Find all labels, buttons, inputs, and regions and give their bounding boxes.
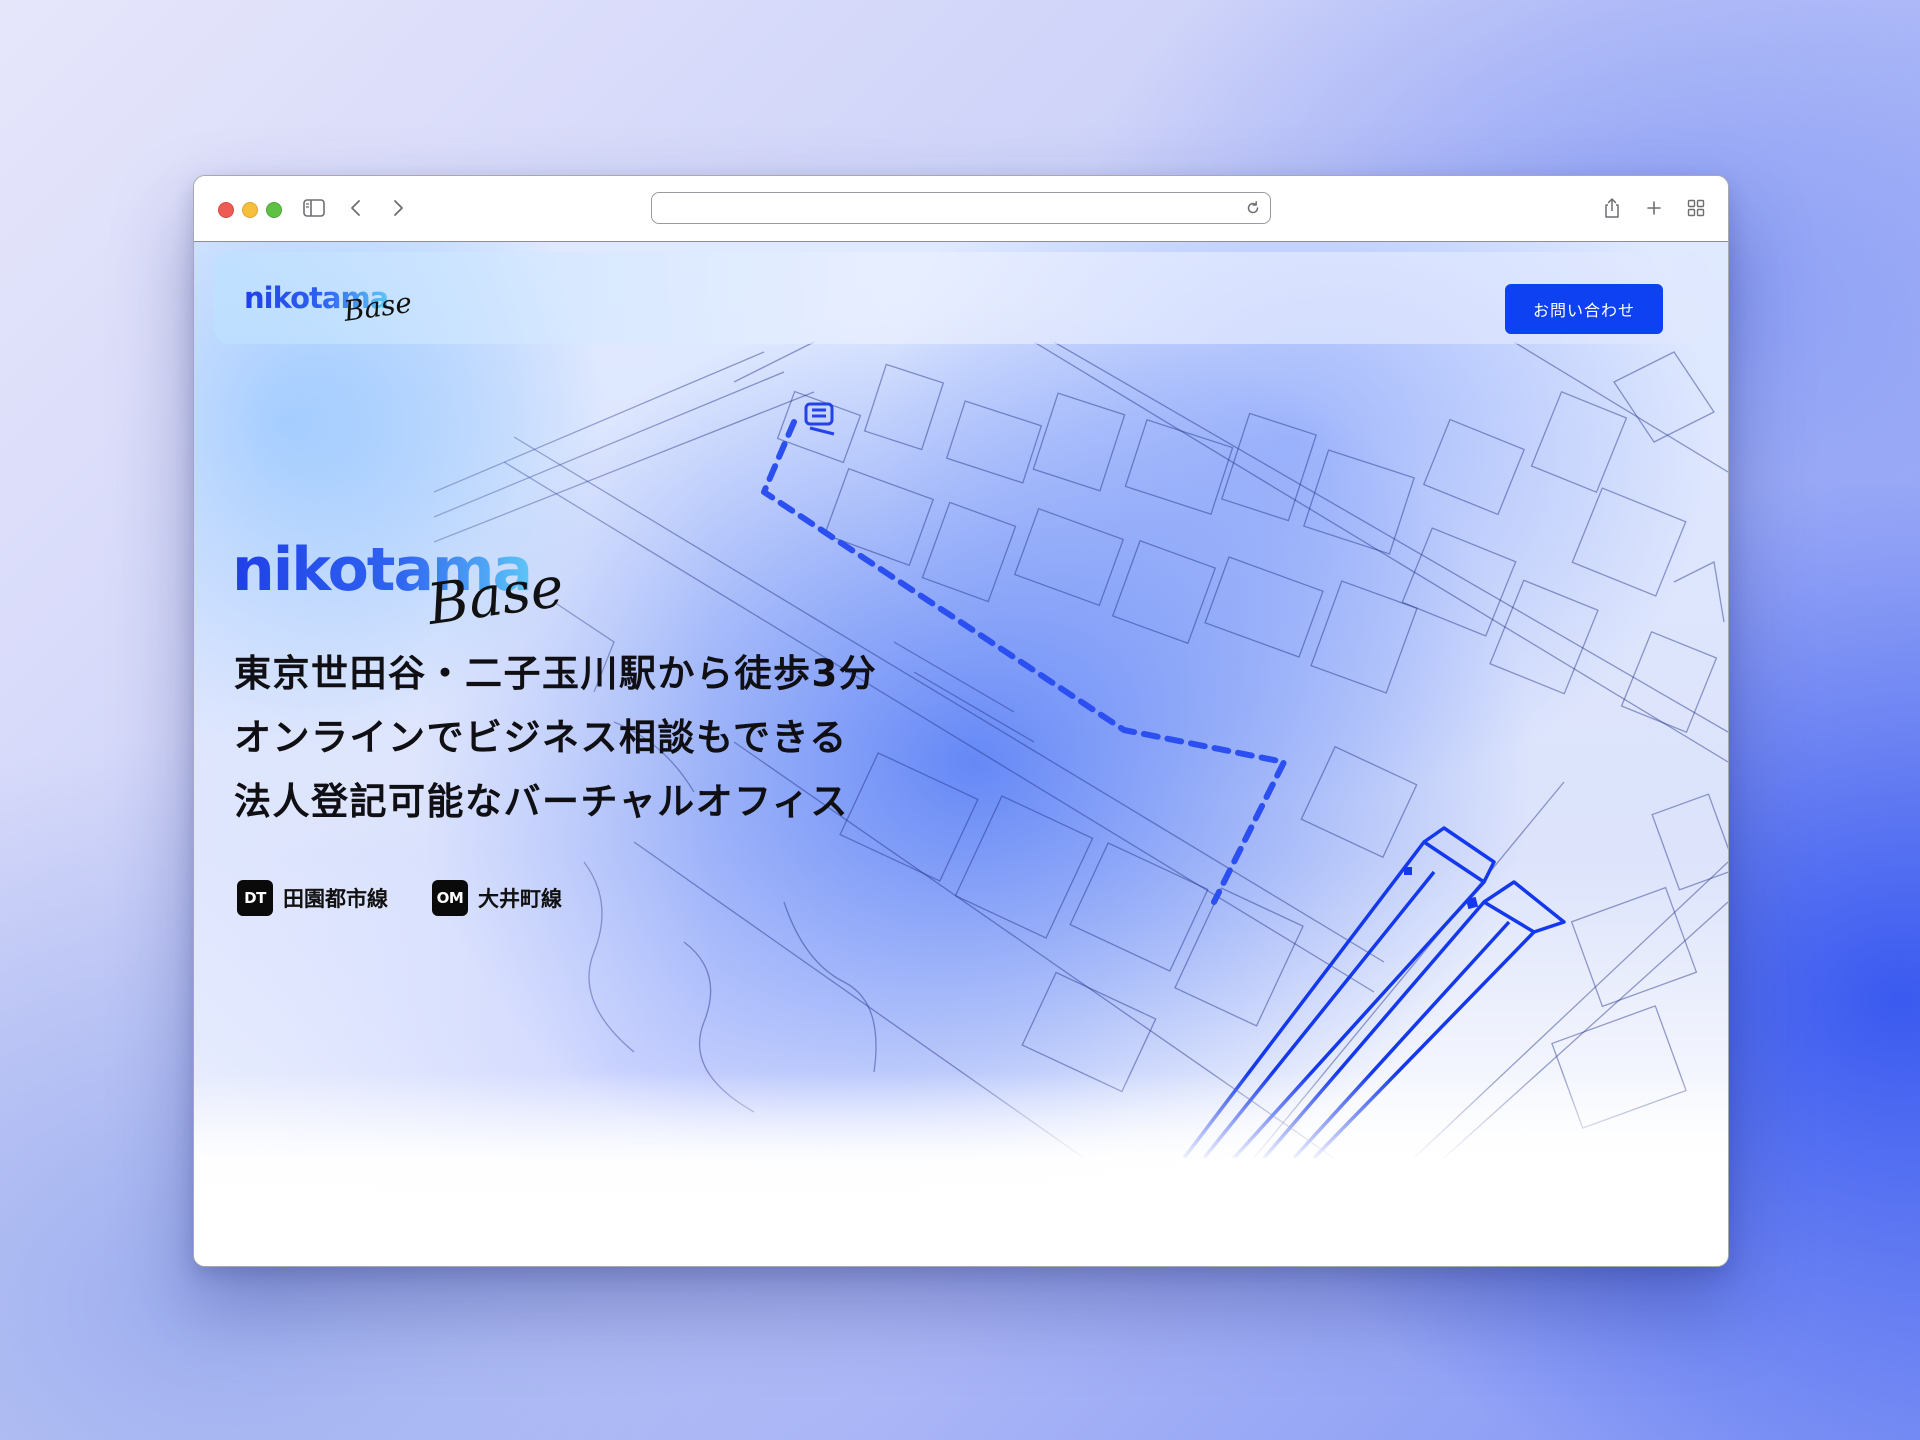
line-name-om: 大井町線 bbox=[478, 887, 562, 911]
header-logo[interactable]: nikotama Base bbox=[244, 284, 414, 334]
zoom-window-button[interactable] bbox=[266, 202, 282, 218]
train-lines: DT 田園都市線 OM 大井町線 bbox=[237, 880, 562, 916]
browser-window: nikotama Base お問い合わせ nikotama Base 東京世田谷… bbox=[193, 175, 1729, 1267]
train-line-om: OM 大井町線 bbox=[432, 880, 562, 916]
share-icon[interactable] bbox=[1598, 194, 1626, 222]
close-window-button[interactable] bbox=[218, 202, 234, 218]
train-line-dt: DT 田園都市線 bbox=[237, 880, 388, 916]
line-badge-om: OM bbox=[432, 880, 468, 916]
back-icon[interactable] bbox=[342, 194, 370, 222]
address-bar[interactable] bbox=[651, 192, 1271, 224]
minimize-window-button[interactable] bbox=[242, 202, 258, 218]
reload-icon[interactable] bbox=[1244, 199, 1262, 217]
line-name-dt: 田園都市線 bbox=[283, 887, 388, 911]
browser-toolbar bbox=[194, 176, 1728, 242]
office-marker-icon bbox=[804, 402, 835, 436]
hero-logo: nikotama Base bbox=[232, 540, 568, 640]
hero-logo-script: Base bbox=[423, 554, 568, 638]
tab-overview-icon[interactable] bbox=[1682, 194, 1710, 222]
bottom-fade bbox=[194, 1072, 1728, 1266]
header-logo-script: Base bbox=[341, 285, 414, 328]
headline-line-3: 法人登記可能なバーチャルオフィス bbox=[234, 780, 849, 823]
line-badge-dt: DT bbox=[237, 880, 273, 916]
page-viewport: nikotama Base お問い合わせ nikotama Base 東京世田谷… bbox=[194, 242, 1728, 1266]
new-tab-icon[interactable] bbox=[1640, 194, 1668, 222]
site-header: nikotama Base お問い合わせ bbox=[214, 252, 1708, 344]
forward-icon[interactable] bbox=[384, 194, 412, 222]
headline-line-2: オンラインでビジネス相談もできる bbox=[234, 716, 848, 759]
contact-button[interactable]: お問い合わせ bbox=[1505, 284, 1663, 334]
headline-line-1: 東京世田谷・二子玉川駅から徒歩3分 bbox=[234, 652, 878, 695]
hero-headline: 東京世田谷・二子玉川駅から徒歩3分 オンラインでビジネス相談もできる 法人登記可… bbox=[234, 642, 877, 834]
sidebar-icon[interactable] bbox=[300, 194, 328, 222]
